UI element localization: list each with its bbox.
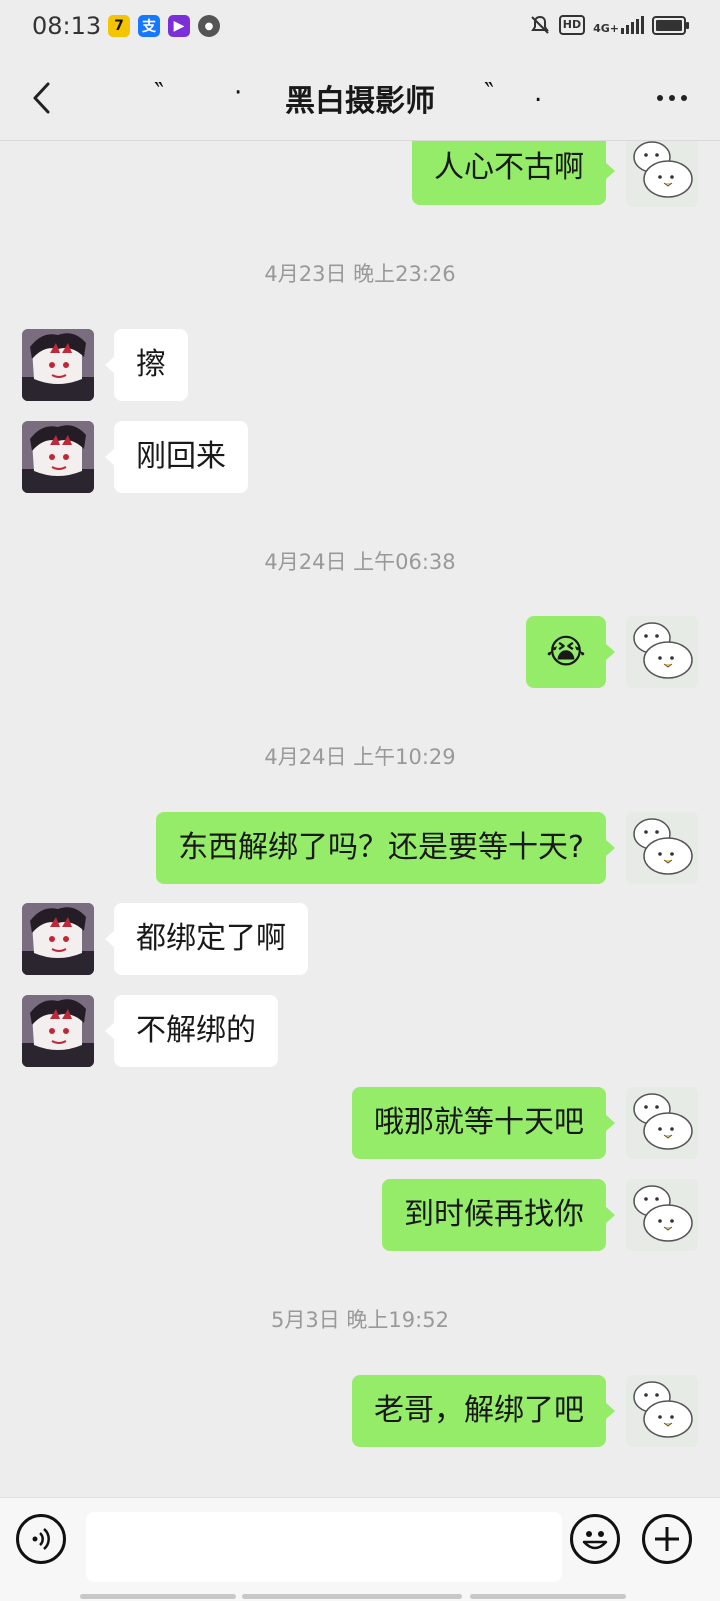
message-bubble[interactable]: 哦那就等十天吧 xyxy=(352,1087,615,1159)
gesture-bar xyxy=(242,1594,462,1599)
voice-button[interactable] xyxy=(16,1514,66,1564)
chat-bubble-icon: ● xyxy=(198,15,220,37)
input-bar xyxy=(0,1497,720,1601)
signal-icon: 4G+ xyxy=(593,16,644,34)
gesture-bar xyxy=(80,1594,236,1599)
emoji-message-bubble[interactable]: 😭 xyxy=(526,616,615,688)
my-avatar[interactable] xyxy=(626,616,698,688)
status-time: 08:13 xyxy=(32,12,102,40)
emoji-button[interactable] xyxy=(570,1514,620,1564)
app-icon-yellow: 7 xyxy=(108,15,130,37)
alipay-icon: 支 xyxy=(138,15,160,37)
received-message: 不解绑的 xyxy=(0,995,720,1067)
received-message: 擦 xyxy=(0,329,720,401)
message-bubble[interactable]: 东西解绑了吗？还是要等十天? xyxy=(156,812,615,884)
contact-avatar[interactable] xyxy=(22,903,94,975)
app-icon-purple: ▶ xyxy=(168,15,190,37)
my-avatar[interactable] xyxy=(626,141,698,207)
more-dot-icon xyxy=(669,95,675,101)
sent-message: 哦那就等十天吧 xyxy=(0,1087,720,1159)
message-bubble[interactable]: 到时候再找你 xyxy=(382,1179,615,1251)
hd-badge: HD xyxy=(558,15,586,35)
received-message: 都绑定了啊 xyxy=(0,903,720,975)
system-icons: HD 4G+ xyxy=(529,14,689,36)
mute-bell-icon xyxy=(530,15,549,34)
voice-icon xyxy=(32,1528,50,1550)
emoji-icon xyxy=(582,1531,608,1550)
my-avatar[interactable] xyxy=(626,1087,698,1159)
title-decoration: ‶ xyxy=(484,78,494,108)
more-dot-icon xyxy=(681,95,687,101)
message-timestamp: 4月24日 上午10:29 xyxy=(264,745,456,769)
message-list[interactable]: 人心不古啊 4月23日 晚上23:26 擦刚回来 4月24日 上午06:38 😭 4月24… xyxy=(0,141,720,1497)
message-bubble[interactable]: 老哥，解绑了吧 xyxy=(352,1375,615,1447)
message-bubble[interactable]: 擦 xyxy=(105,329,188,401)
chat-title: 黑白摄影师 xyxy=(285,84,435,119)
my-avatar[interactable] xyxy=(626,1179,698,1251)
received-message: 刚回来 xyxy=(0,421,720,493)
sent-message: 😭 xyxy=(0,616,720,688)
plus-icon xyxy=(655,1527,679,1551)
contact-avatar[interactable] xyxy=(22,421,94,493)
crying-emoji-icon: 😭 xyxy=(546,632,586,672)
notification-icons: 7 支 ▶ ● xyxy=(108,15,220,37)
plus-button[interactable] xyxy=(642,1514,692,1564)
message-bubble[interactable]: 刚回来 xyxy=(105,421,248,493)
message-timestamp: 4月23日 晚上23:26 xyxy=(264,262,456,286)
status-bar: 08:13 7 支 ▶ ● HD 4G+ xyxy=(0,0,720,56)
network-type: 4G+ xyxy=(593,22,619,35)
contact-avatar[interactable] xyxy=(22,329,94,401)
contact-avatar[interactable] xyxy=(22,995,94,1067)
chat-header: ‶ · 黑白摄影师 ‶ . xyxy=(0,56,720,141)
gesture-bar xyxy=(470,1594,626,1599)
message-input[interactable] xyxy=(86,1512,562,1582)
message-bubble[interactable]: 人心不古啊 xyxy=(412,141,615,205)
more-dot-icon xyxy=(657,95,663,101)
message-timestamp: 5月3日 晚上19:52 xyxy=(271,1308,449,1332)
my-avatar[interactable] xyxy=(626,812,698,884)
my-avatar[interactable] xyxy=(626,1375,698,1447)
more-options-button[interactable] xyxy=(644,76,700,120)
message-timestamp: 4月24日 上午06:38 xyxy=(264,550,456,574)
battery-icon xyxy=(652,15,689,35)
sent-message: 到时候再找你 xyxy=(0,1179,720,1251)
message-bubble[interactable]: 不解绑的 xyxy=(105,995,278,1067)
sent-message: 老哥，解绑了吧 xyxy=(0,1375,720,1447)
sent-message: 东西解绑了吗？还是要等十天? xyxy=(0,812,720,884)
sent-message: 人心不古啊 xyxy=(0,141,720,213)
message-bubble[interactable]: 都绑定了啊 xyxy=(105,903,308,975)
title-decoration: . xyxy=(534,78,543,108)
